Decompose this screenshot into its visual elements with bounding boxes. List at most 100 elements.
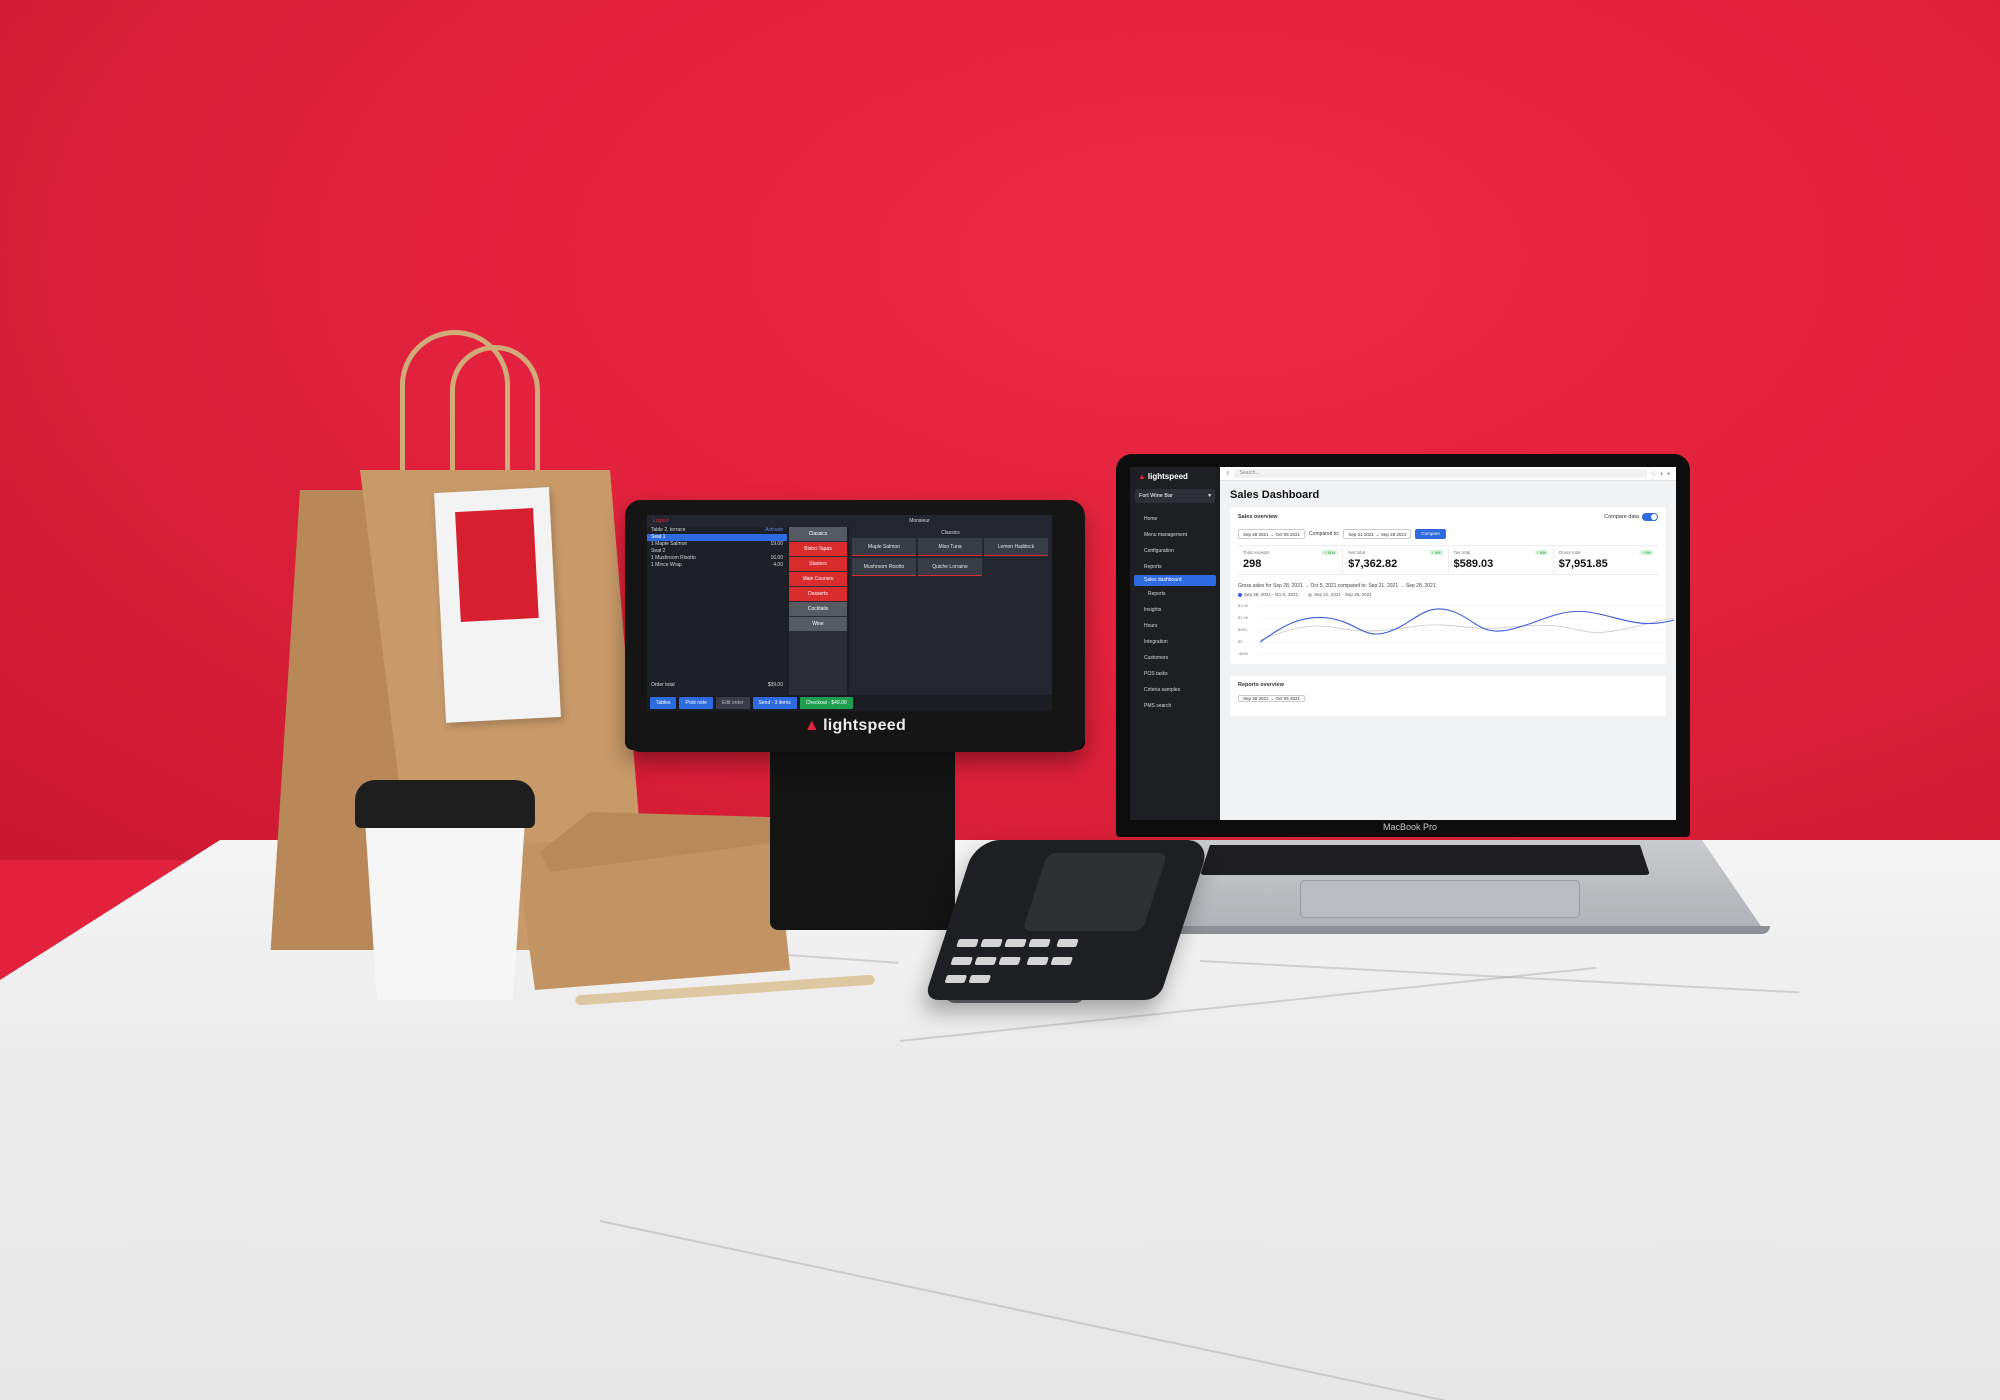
pos-action-button[interactable]: Print note <box>679 697 713 709</box>
compare-period-line <box>1259 617 1675 641</box>
ticket-item-name: Seat 1 <box>651 534 666 540</box>
page-title: Sales Dashboard <box>1230 489 1320 501</box>
chart-legend: Sep 28, 2021 - Oct 5, 2021 Sep 21, 2021 -… <box>1238 592 1658 597</box>
ticket-row[interactable]: Seat 2 <box>647 548 787 555</box>
reports-overview-card: Reports overview Sep 28 2021 → Oct 05 20… <box>1230 676 1666 716</box>
search-input[interactable]: Search... <box>1233 469 1648 478</box>
menu-item-button[interactable]: Mushroom Risotto <box>852 558 916 576</box>
current-period-line <box>1259 608 1675 643</box>
legend-item: Sep 21, 2021 - Sep 28, 2021 <box>1308 592 1372 597</box>
gross-sales-caption: Gross sales for Sep 28, 2021 → Oct 5, 20… <box>1238 583 1436 589</box>
terminal-screen <box>1022 853 1168 931</box>
ticket-panel: Table 2, terrace Activate Seat 11 Maple … <box>647 527 787 695</box>
sidebar-item[interactable]: POS tasks <box>1130 666 1220 682</box>
dashboard-sidebar: ▲ lightspeed Fort Wine Bar ▾ Home Menu mana… <box>1130 467 1220 820</box>
menu-item-button[interactable]: Lemon Haddock <box>984 538 1048 556</box>
sidebar-item[interactable]: Menu management <box>1130 527 1220 543</box>
category-button[interactable]: Desserts <box>789 587 847 601</box>
category-button[interactable]: Cocktails <box>789 602 847 616</box>
sidebar-item[interactable]: Insights <box>1130 602 1220 618</box>
ticket-item-name: 1 Maple Salmon <box>651 541 688 547</box>
sidebar-item[interactable]: Customers <box>1130 650 1220 666</box>
laptop-front-edge <box>1165 926 1770 934</box>
pos-action-button[interactable]: Edit order <box>715 697 750 709</box>
legend-label: Sep 28, 2021 - Oct 5, 2021 <box>1244 592 1299 597</box>
category-button[interactable]: Main Courses <box>789 572 847 586</box>
ticket-row[interactable]: 1 Mushroom Risotto 16.00 <box>647 555 787 562</box>
kpi-tile: Tax total ↑ 9% $589.03 <box>1449 546 1554 574</box>
kpi-header: Net total ↑ 9% <box>1348 550 1443 555</box>
compared-to-label: Compared to: <box>1309 531 1340 537</box>
category-list: Classics Bistro Tapas Starters Main Courses… <box>789 527 847 695</box>
help-icon[interactable]: ⓘ <box>1651 470 1656 477</box>
laptop-screen: ▲ lightspeed Fort Wine Bar ▾ Home Menu mana… <box>1130 467 1676 820</box>
kpi-tile: Net total ↑ 9% $7,362.82 <box>1343 546 1449 574</box>
pos-action-button[interactable]: Checkout - $49.00 <box>799 697 853 709</box>
ticket-item-name: 1 Mushroom Risotto <box>651 555 696 561</box>
category-button[interactable]: Wine <box>789 617 847 631</box>
compare-toggle[interactable]: Compare data <box>1604 513 1658 521</box>
category-button[interactable]: Starters <box>789 557 847 571</box>
pos-topbar: Logout Monsieur <box>647 515 1052 527</box>
menu-item-button[interactable]: Maple Salmon <box>852 538 916 556</box>
kpi-header: Gross total ↑ 9% <box>1559 550 1653 555</box>
primary-range-picker[interactable]: Sep 28 2021 → Oct 05 2021 <box>1238 529 1306 539</box>
pos-action-button[interactable]: Send - 3 items <box>752 697 797 709</box>
pos-stand <box>770 745 955 930</box>
kpi-change-badge: ↑ 9% <box>1429 550 1443 555</box>
compare-range-picker[interactable]: Sep 21 2021 → Sep 28 2021 <box>1343 529 1412 539</box>
legend-item: Sep 28, 2021 - Oct 5, 2021 <box>1238 592 1298 597</box>
sidebar-item[interactable]: Integration <box>1130 634 1220 650</box>
sidebar-item[interactable]: Configuration <box>1130 543 1220 559</box>
terminal-keypad <box>942 935 1098 985</box>
logout-button[interactable]: Logout <box>647 518 787 524</box>
bell-icon[interactable]: ♦ <box>1660 471 1663 477</box>
card-title: Reports overview <box>1238 682 1284 688</box>
y-tick-label: -$950 <box>1238 651 1249 656</box>
pos-action-button[interactable]: Tables <box>650 697 677 709</box>
card-title: Sales overview <box>1238 514 1278 520</box>
item-grid: Classics Maple Salmon Miso Tuna Lemon Hadd… <box>849 527 1052 695</box>
kpi-label: Tax total <box>1453 550 1471 555</box>
menu-item-button[interactable]: Miso Tuna <box>918 538 982 556</box>
dashboard-main: ⚲ Search... ⓘ ♦ ● Sales Dashboard Sales … <box>1220 467 1676 820</box>
venue-selector[interactable]: Fort Wine Bar ▾ <box>1135 489 1215 503</box>
pos-action-bar: Tables Print note Edit order Send - 3 items… <box>647 695 1052 711</box>
kpi-header: Tax total ↑ 9% <box>1454 550 1548 555</box>
ticket-header: Table 2, terrace Activate <box>651 527 783 534</box>
kpi-value: $589.03 <box>1453 558 1494 570</box>
menu-item-button[interactable]: Quiche Lorraine <box>918 558 982 576</box>
category-button[interactable]: Classics <box>789 527 847 541</box>
ticket-row[interactable]: Seat 1 <box>647 534 787 541</box>
sidebar-item[interactable]: Home <box>1130 511 1220 527</box>
sidebar-item[interactable]: Reports <box>1130 586 1220 602</box>
kpi-label: Net total <box>1348 550 1366 555</box>
kpi-change-badge: ↑ 9% <box>1534 550 1548 555</box>
gross-sales-chart: $3.9K $1.9K $950 $0 -$950 <box>1238 600 1675 658</box>
ticket-row[interactable]: 1 Mince Wrap 4.00 <box>647 562 787 569</box>
pos-logo: ▲ lightspeed <box>803 717 907 734</box>
sidebar-item[interactable]: Sales dashboard <box>1134 575 1216 586</box>
sidebar-item[interactable]: PMS search <box>1130 698 1220 714</box>
sidebar-item[interactable]: Hours <box>1130 618 1220 634</box>
laptop-label: MacBook Pro <box>1382 822 1438 832</box>
kpi-value: $7,362.82 <box>1348 558 1398 570</box>
kpi-label: Total receipts <box>1243 550 1270 555</box>
coffee-cup-lid <box>355 780 535 828</box>
laptop-trackpad <box>1300 880 1580 918</box>
legend-swatch <box>1238 592 1242 597</box>
reports-range-picker[interactable]: Sep 28 2021 → Oct 05 2021 <box>1238 695 1306 702</box>
ticket-row[interactable]: 1 Maple Salmon 19.00 <box>647 541 787 548</box>
hang-tag <box>434 487 561 723</box>
activate-link[interactable]: Activate <box>765 527 783 534</box>
compare-button[interactable]: Compare <box>1415 529 1446 539</box>
pos-screen: Logout Monsieur Table 2, terrace Activat… <box>647 515 1052 711</box>
sales-overview-card: Sales overview Compare data Sep 28 2021 … <box>1230 507 1675 664</box>
sidebar-item[interactable]: Reports <box>1130 559 1220 575</box>
category-button[interactable]: Bistro Tapas <box>789 542 847 556</box>
chevron-down-icon: ▾ <box>1208 493 1211 499</box>
kpi-tile: Total receipts ↑ 31% 298 <box>1238 546 1344 574</box>
user-icon[interactable]: ● <box>1667 471 1670 477</box>
sidebar-item[interactable]: Criteria samples <box>1130 682 1220 698</box>
ticket-item-price: 16.00 <box>770 555 783 561</box>
